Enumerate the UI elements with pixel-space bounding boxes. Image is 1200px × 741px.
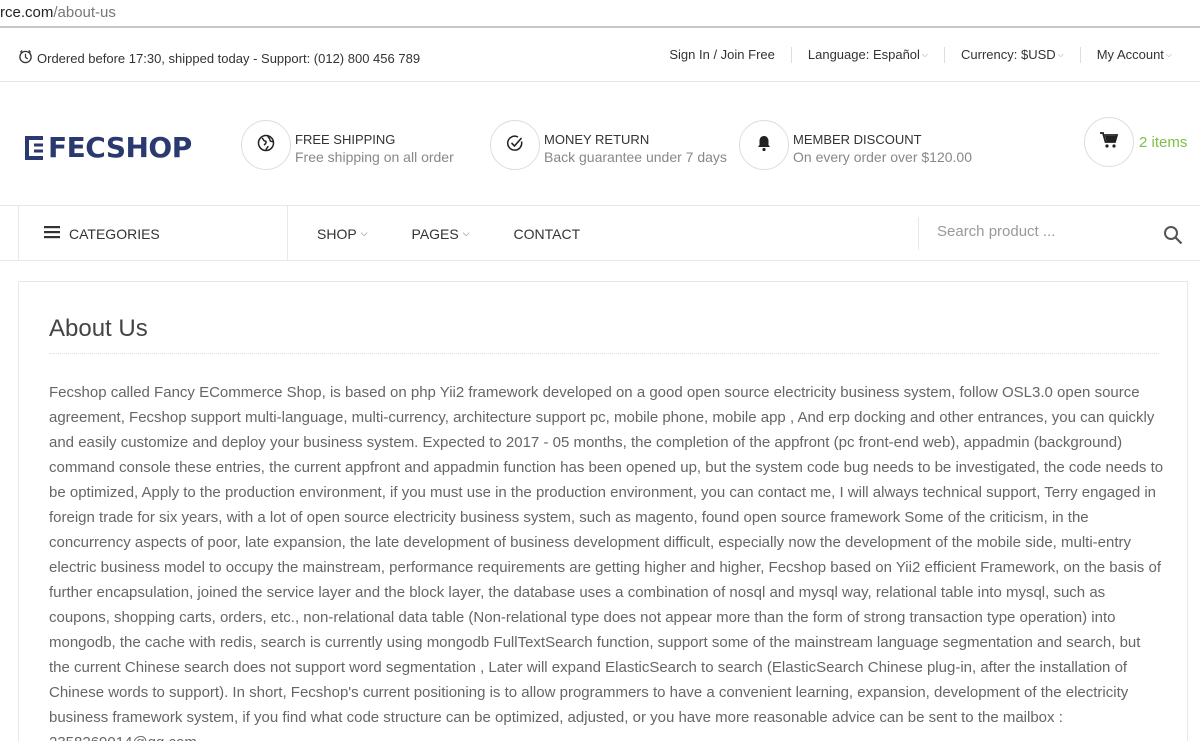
nav-menu: SHOP ⌵ PAGES ⌵ CONTACT <box>317 206 624 261</box>
nav-item-label: PAGES <box>411 225 459 242</box>
cart-icon-circle <box>1084 117 1134 167</box>
about-body-text: Fecshop called Fancy ECommerce Shop, is … <box>49 384 1164 741</box>
feature-money-return: MONEY RETURN Back guarantee under 7 days <box>490 120 727 170</box>
chevron-down-icon: ⌵ <box>1057 50 1064 59</box>
chevron-down-icon: ⌵ <box>921 50 928 59</box>
nav-item-shop[interactable]: SHOP ⌵ <box>317 226 368 242</box>
globe-icon <box>257 134 275 157</box>
chevron-down-icon: ⌵ <box>360 228 368 238</box>
main-nav: CATEGORIES SHOP ⌵ PAGES ⌵ CONTACT <box>0 206 1200 261</box>
feature-subtitle: On every order over $120.00 <box>793 149 972 165</box>
cart-icon <box>1099 131 1119 154</box>
url-text[interactable]: rce.com/about-us <box>0 4 116 21</box>
feature-subtitle: Back guarantee under 7 days <box>544 149 727 165</box>
url-domain: rce.com <box>0 4 54 21</box>
cart-button[interactable]: 2 items <box>1084 117 1187 167</box>
sign-in-label: Sign In / Join Free <box>669 47 775 62</box>
shipping-notice: Ordered before 17:30, shipped today - Su… <box>18 49 420 67</box>
language-dropdown[interactable]: Language: Español ⌵ <box>790 47 944 63</box>
currency-dropdown[interactable]: Currency: $USD ⌵ <box>944 47 1080 63</box>
page-title: About Us <box>49 315 148 342</box>
feature-title: FREE SHIPPING <box>295 132 396 147</box>
shipping-notice-text: Ordered before 17:30, shipped today - Su… <box>37 50 421 66</box>
feature-member-discount: MEMBER DISCOUNT On every order over $120… <box>739 120 972 170</box>
feature-icon-circle <box>490 120 540 170</box>
bell-icon <box>755 134 773 157</box>
nav-item-contact[interactable]: CONTACT <box>514 226 581 242</box>
feature-title: MONEY RETURN <box>544 132 650 147</box>
url-path: /about-us <box>53 4 116 21</box>
feature-icon-circle <box>241 120 291 170</box>
top-bar: Ordered before 17:30, shipped today - Su… <box>0 32 1200 82</box>
search-input[interactable] <box>937 223 1147 240</box>
logo-text: FECSHOP <box>48 131 192 164</box>
feature-subtitle: Free shipping on all order <box>295 149 454 165</box>
nav-item-label: CONTACT <box>513 225 581 242</box>
title-divider <box>49 353 1159 354</box>
nav-item-label: SHOP <box>317 225 357 242</box>
language-label: Language: Español <box>807 47 920 62</box>
sign-in-link[interactable]: Sign In / Join Free <box>653 47 791 63</box>
feature-icon-circle <box>739 120 789 170</box>
search-icon[interactable] <box>1163 225 1183 250</box>
currency-label: Currency: $USD <box>961 47 1056 62</box>
nav-item-pages[interactable]: PAGES ⌵ <box>412 226 470 242</box>
check-circle-icon <box>506 134 524 157</box>
about-content: About Us Fecshop called Fancy ECommerce … <box>18 281 1188 741</box>
my-account-dropdown[interactable]: My Account ⌵ <box>1079 47 1188 63</box>
logo-mark-icon <box>23 135 45 160</box>
address-bar[interactable]: rce.com/about-us <box>0 0 1200 28</box>
chevron-down-icon: ⌵ <box>462 228 470 238</box>
feature-free-shipping: FREE SHIPPING Free shipping on all order <box>241 120 454 170</box>
menu-icon <box>44 225 60 242</box>
search-box <box>918 217 1188 250</box>
categories-label: CATEGORIES <box>69 225 160 242</box>
top-links: Sign In / Join Free Language: Español ⌵ C… <box>653 47 1188 63</box>
clock-icon <box>18 49 33 67</box>
my-account-label: My Account <box>1096 47 1164 62</box>
categories-button[interactable]: CATEGORIES <box>18 206 288 261</box>
chevron-down-icon: ⌵ <box>1165 50 1172 59</box>
cart-count[interactable]: 2 items <box>1139 134 1187 151</box>
site-header: FECSHOP FREE SHIPPING Free shipping on a… <box>0 82 1200 206</box>
feature-title: MEMBER DISCOUNT <box>793 132 922 147</box>
site-logo[interactable]: FECSHOP <box>23 131 192 164</box>
